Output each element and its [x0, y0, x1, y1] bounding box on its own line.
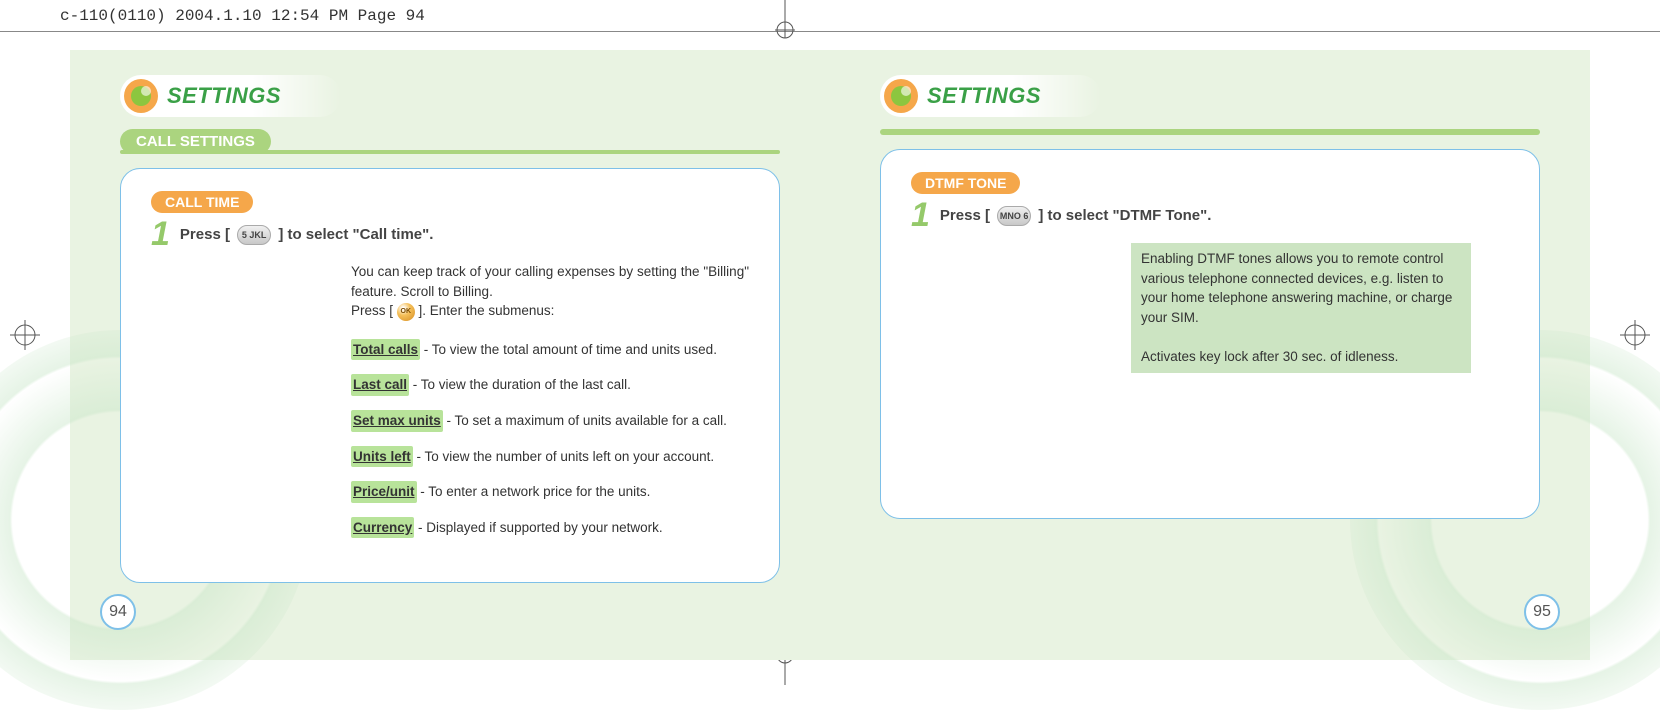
step-text: Press [ MNO 6 ] to select "DTMF Tone". — [940, 206, 1212, 226]
page-right: SETTINGS DTMF TONE 1 Press [ MNO 6 ] to … — [830, 50, 1590, 660]
page-spread: SETTINGS CALL SETTINGS CALL TIME 1 Press… — [70, 50, 1590, 660]
item-desc: - To view the total amount of time and u… — [420, 342, 717, 357]
dtmf-para2: Activates key lock after 30 sec. of idle… — [1141, 347, 1461, 367]
section-title: SETTINGS — [167, 83, 281, 109]
section-header-right: SETTINGS — [880, 75, 1540, 117]
orb-icon — [883, 78, 919, 114]
ok-button-icon: OK — [397, 303, 415, 321]
subsection-row: CALL SETTINGS — [120, 129, 780, 154]
item-currency: Currency - Displayed if supported by you… — [351, 517, 749, 539]
item-set-max-units: Set max units - To set a maximum of unit… — [351, 410, 749, 432]
item-desc: - To enter a network price for the units… — [417, 484, 651, 499]
intro-line2b: ]. Enter the submenus: — [419, 303, 555, 318]
subsection-label: CALL SETTINGS — [120, 129, 271, 154]
step-1-right: 1 Press [ MNO 6 ] to select "DTMF Tone". — [911, 202, 1509, 229]
item-total-calls: Total calls - To view the total amount o… — [351, 339, 749, 361]
item-desc: - To view the number of units left on yo… — [413, 449, 714, 464]
intro-line2a: Press [ — [351, 303, 393, 318]
file-info: c-110(0110) 2004.1.10 12:54 PM Page 94 — [60, 7, 425, 25]
section-header-left: SETTINGS — [120, 75, 780, 117]
content-card-right: DTMF TONE 1 Press [ MNO 6 ] to select "D… — [880, 149, 1540, 519]
intro-line1: You can keep track of your calling expen… — [351, 264, 749, 299]
dtmf-para1: Enabling DTMF tones allows you to remote… — [1141, 249, 1461, 327]
item-label: Total calls — [351, 339, 420, 361]
item-label: Currency — [351, 517, 414, 539]
step-number: 1 — [151, 221, 170, 248]
header-pill: SETTINGS — [880, 75, 1101, 117]
item-desc: - To set a maximum of units available fo… — [443, 413, 727, 428]
item-label: Price/unit — [351, 481, 417, 503]
registration-mark-right — [1620, 320, 1650, 355]
page-left: SETTINGS CALL SETTINGS CALL TIME 1 Press… — [70, 50, 830, 660]
item-label: Last call — [351, 374, 409, 396]
print-header: c-110(0110) 2004.1.10 12:54 PM Page 94 — [0, 0, 1660, 32]
page-number-right: 95 — [1524, 594, 1560, 630]
item-price-unit: Price/unit - To enter a network price fo… — [351, 481, 749, 503]
dtmf-description: Enabling DTMF tones allows you to remote… — [1131, 243, 1471, 372]
box-title-right: DTMF TONE — [911, 172, 1020, 194]
item-label: Set max units — [351, 410, 443, 432]
registration-mark-left — [10, 320, 40, 355]
step-number: 1 — [911, 202, 930, 229]
step-text: Press [ 5 JKL ] to select "Call time". — [180, 225, 434, 245]
content-card-left: CALL TIME 1 Press [ 5 JKL ] to select "C… — [120, 168, 780, 583]
subsection-rule-right — [880, 129, 1540, 135]
header-pill: SETTINGS — [120, 75, 341, 117]
item-last-call: Last call - To view the duration of the … — [351, 374, 749, 396]
item-label: Units left — [351, 446, 413, 468]
step-1-left: 1 Press [ 5 JKL ] to select "Call time". — [151, 221, 749, 248]
section-title: SETTINGS — [927, 83, 1041, 109]
key-5-icon: 5 JKL — [237, 225, 271, 245]
crop-mark-top — [775, 0, 795, 40]
item-desc: - Displayed if supported by your network… — [414, 520, 662, 535]
step-suffix: ] to select "DTMF Tone". — [1038, 207, 1211, 224]
body-block-left: You can keep track of your calling expen… — [351, 262, 749, 538]
orb-icon — [123, 78, 159, 114]
step-prefix: Press [ — [180, 226, 230, 243]
key-6-icon: MNO 6 — [997, 206, 1031, 226]
box-title-left: CALL TIME — [151, 191, 253, 213]
item-desc: - To view the duration of the last call. — [409, 377, 631, 392]
step-prefix: Press [ — [940, 207, 990, 224]
page-number-left: 94 — [100, 594, 136, 630]
step-suffix: ] to select "Call time". — [278, 226, 433, 243]
intro-paragraph: You can keep track of your calling expen… — [351, 262, 749, 321]
item-units-left: Units left - To view the number of units… — [351, 446, 749, 468]
